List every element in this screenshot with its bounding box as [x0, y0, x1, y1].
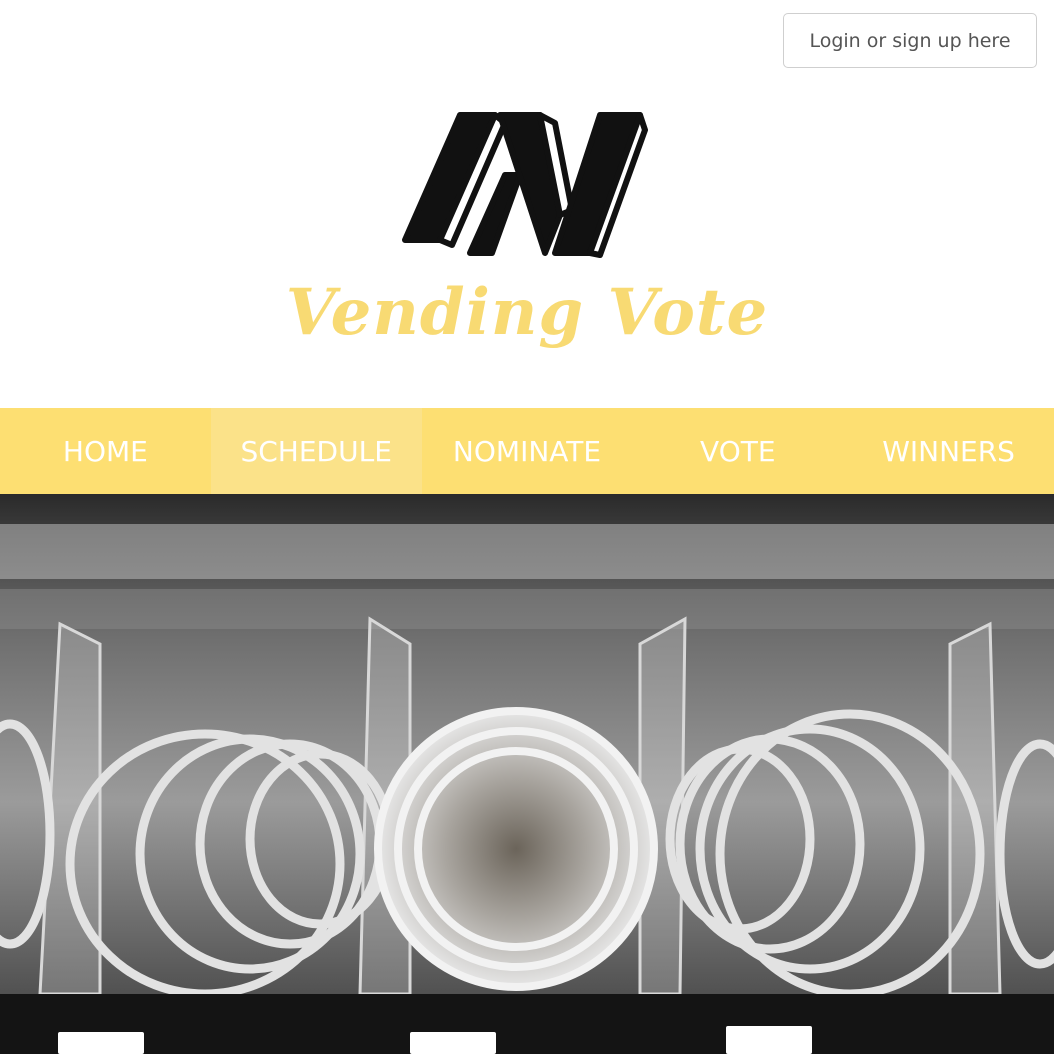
vending-machine-spirals-photo	[0, 494, 1054, 1054]
nav-item-home[interactable]: HOME	[0, 408, 211, 494]
brand-name: Vending Vote	[285, 275, 769, 350]
nav-item-nominate[interactable]: NOMINATE	[422, 408, 633, 494]
hero-image	[0, 494, 1054, 1054]
nav-item-schedule[interactable]: SCHEDULE	[210, 408, 422, 494]
login-signup-button[interactable]: Login or sign up here	[783, 13, 1037, 68]
nav-item-vote[interactable]: VOTE	[632, 408, 843, 494]
nav-item-winners[interactable]: WINNERS	[843, 408, 1054, 494]
brand-header: Vending Vote	[0, 95, 1054, 385]
main-navigation: HOME SCHEDULE NOMINATE VOTE WINNERS	[0, 408, 1054, 494]
